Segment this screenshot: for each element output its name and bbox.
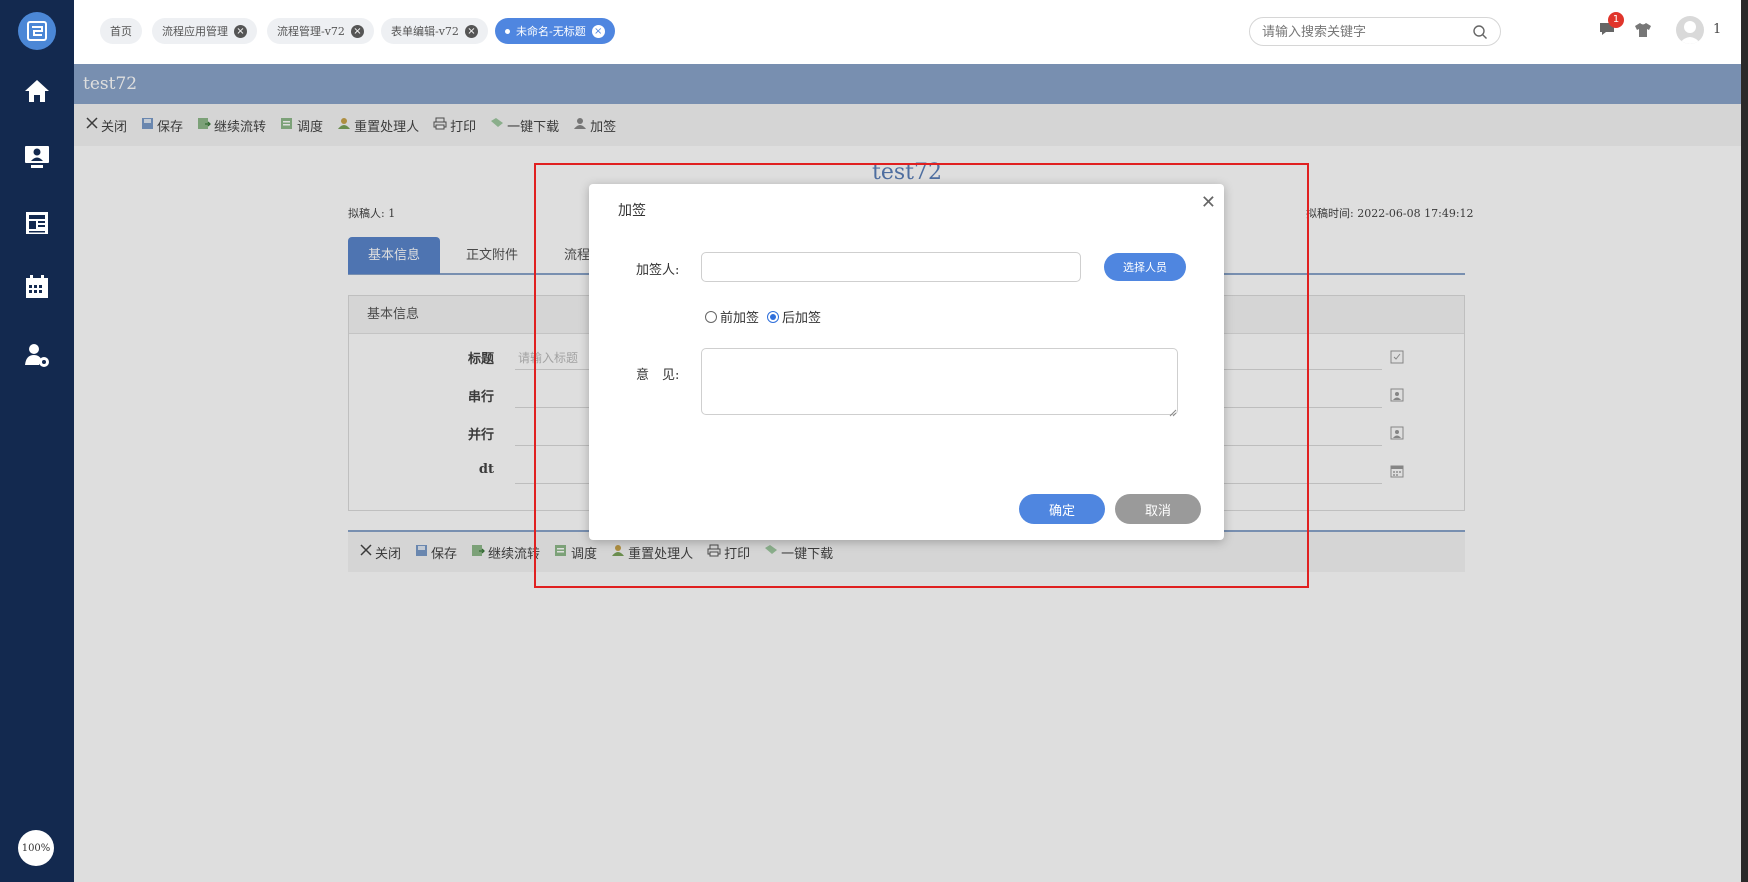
radio-before[interactable]	[705, 310, 717, 323]
theme-shirt-icon[interactable]	[1634, 22, 1652, 42]
user-name[interactable]: 1	[1713, 22, 1721, 37]
close-tab-icon[interactable]: ×	[591, 24, 605, 38]
sign-order-radio-group: 前加签 后加签	[705, 307, 821, 326]
tab-label: 流程应用管理	[162, 25, 228, 38]
active-dot-icon	[505, 28, 510, 34]
app-window: 100% 首页 流程应用管理 × 流程管理-v72 × 表单编辑-v72 × 未…	[0, 0, 1741, 882]
close-tab-icon[interactable]: ×	[464, 24, 478, 38]
search-box	[1249, 17, 1501, 46]
opinion-textarea[interactable]	[701, 348, 1178, 415]
dialog-title: 加签	[618, 203, 646, 219]
tab-untitled[interactable]: 未命名-无标题 ×	[495, 18, 615, 44]
tab-process-management[interactable]: 流程管理-v72 ×	[267, 18, 374, 44]
calendar-icon[interactable]	[20, 270, 54, 304]
tab-form-edit[interactable]: 表单编辑-v72 ×	[381, 18, 488, 44]
app-logo-icon[interactable]	[18, 12, 56, 50]
tab-label: 未命名-无标题	[516, 25, 586, 38]
add-signer-dialog: 加签 ✕ 加签人: 选择人员 前加签 后加签 意 见: 确定 取消	[589, 184, 1224, 540]
message-badge: 1	[1608, 12, 1624, 28]
close-tab-icon[interactable]: ×	[234, 24, 247, 38]
monitor-user-icon[interactable]	[20, 140, 54, 174]
tab-label: 表单编辑-v72	[391, 25, 459, 38]
user-settings-icon[interactable]	[20, 338, 54, 372]
home-icon[interactable]	[20, 74, 54, 108]
top-bar: 首页 流程应用管理 × 流程管理-v72 × 表单编辑-v72 × 未命名-无标…	[74, 0, 1741, 64]
search-input[interactable]	[1262, 22, 1462, 42]
window-edge	[1741, 0, 1748, 882]
signer-label: 加签人:	[636, 263, 680, 278]
newspaper-icon[interactable]	[20, 206, 54, 240]
tab-label: 流程管理-v72	[277, 25, 345, 38]
opinion-label: 意 见:	[636, 368, 680, 383]
close-tab-icon[interactable]: ×	[350, 24, 364, 38]
signer-input[interactable]	[701, 252, 1081, 282]
radio-after[interactable]	[767, 310, 780, 323]
confirm-button[interactable]: 确定	[1019, 494, 1105, 524]
avatar[interactable]	[1676, 16, 1704, 44]
resize-grip-icon[interactable]	[1169, 406, 1177, 421]
radio-after-label[interactable]: 后加签	[782, 307, 821, 326]
select-person-button[interactable]: 选择人员	[1104, 253, 1186, 281]
radio-before-label[interactable]: 前加签	[720, 307, 759, 326]
sidebar: 100%	[0, 0, 74, 882]
close-icon[interactable]: ✕	[1201, 192, 1216, 213]
zoom-level[interactable]: 100%	[18, 830, 54, 866]
tab-process-app-management[interactable]: 流程应用管理 ×	[152, 18, 257, 44]
tab-label: 首页	[110, 25, 132, 38]
tab-home[interactable]: 首页	[100, 18, 142, 44]
search-icon[interactable]	[1472, 24, 1488, 44]
cancel-button[interactable]: 取消	[1115, 494, 1201, 524]
